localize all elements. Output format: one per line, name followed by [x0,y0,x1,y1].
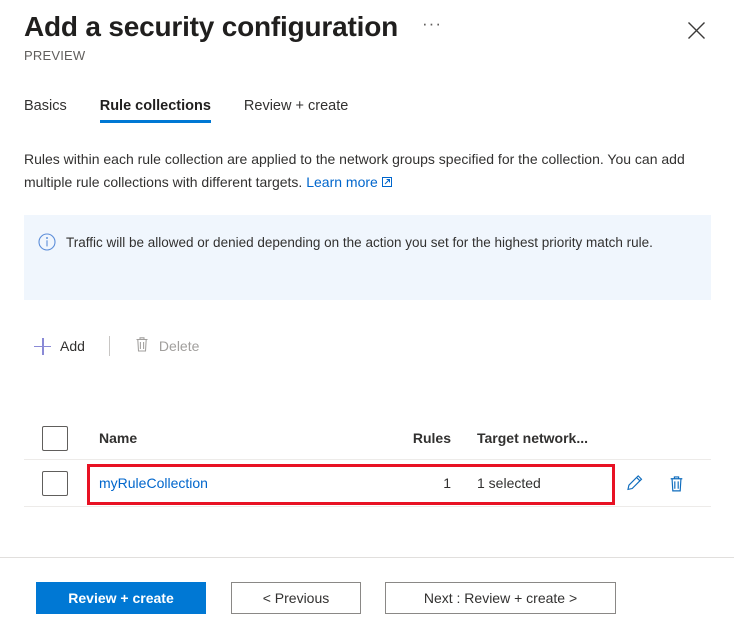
blade-header: Add a security configuration ··· PREVIEW [0,0,734,90]
info-banner: Traffic will be allowed or denied depend… [24,215,711,300]
external-link-icon [381,172,393,195]
info-circle-icon [38,233,56,251]
tab-rule-collections[interactable]: Rule collections [99,98,212,123]
learn-more-link[interactable]: Learn more [306,174,393,190]
row-checkbox[interactable] [42,470,68,496]
table-row: myRuleCollection 1 1 selected [24,460,711,507]
tab-review-create[interactable]: Review + create [244,98,348,123]
add-button[interactable]: Add [24,329,95,363]
plus-icon [34,337,51,355]
description-text: Rules within each rule collection are ap… [24,148,714,195]
preview-badge: PREVIEW [24,48,86,63]
more-options-icon[interactable]: ··· [416,11,448,43]
table-header-row: Name Rules Target network... [24,417,711,460]
delete-button-label: Delete [158,338,200,354]
command-bar-divider [108,336,110,356]
close-icon[interactable] [682,16,710,44]
column-header-target-network[interactable]: Target network... [451,430,601,446]
tab-basics[interactable]: Basics [24,98,67,123]
trash-icon[interactable] [668,474,685,493]
pencil-icon[interactable] [626,474,644,492]
add-button-label: Add [60,338,85,354]
row-select-cell [24,470,99,496]
learn-more-label: Learn more [306,174,378,190]
title-row: Add a security configuration ··· [24,8,448,46]
command-bar: Add Delete [24,328,209,364]
cell-name: myRuleCollection [99,475,351,491]
select-all-cell [24,425,99,451]
review-create-button[interactable]: Review + create [36,582,206,614]
footer-divider [0,557,734,558]
cell-rules: 1 [443,475,451,491]
info-banner-text: Traffic will be allowed or denied depend… [66,235,653,250]
row-actions [601,474,711,493]
cell-target-network: 1 selected [477,475,541,491]
previous-button[interactable]: < Previous [231,582,361,614]
next-button[interactable]: Next : Review + create > [385,582,616,614]
rule-collections-table: Name Rules Target network... myRuleColle… [24,417,711,507]
footer-actions: Review + create < Previous Next : Review… [36,582,616,614]
column-header-name[interactable]: Name [99,430,351,446]
page-title: Add a security configuration [24,11,398,42]
tab-list: Basics Rule collections Review + create [24,98,381,134]
rule-collection-link[interactable]: myRuleCollection [99,475,208,491]
delete-button[interactable]: Delete [124,329,209,363]
trash-icon [134,335,150,358]
select-all-checkbox[interactable] [42,425,68,451]
column-header-rules[interactable]: Rules [351,430,451,446]
